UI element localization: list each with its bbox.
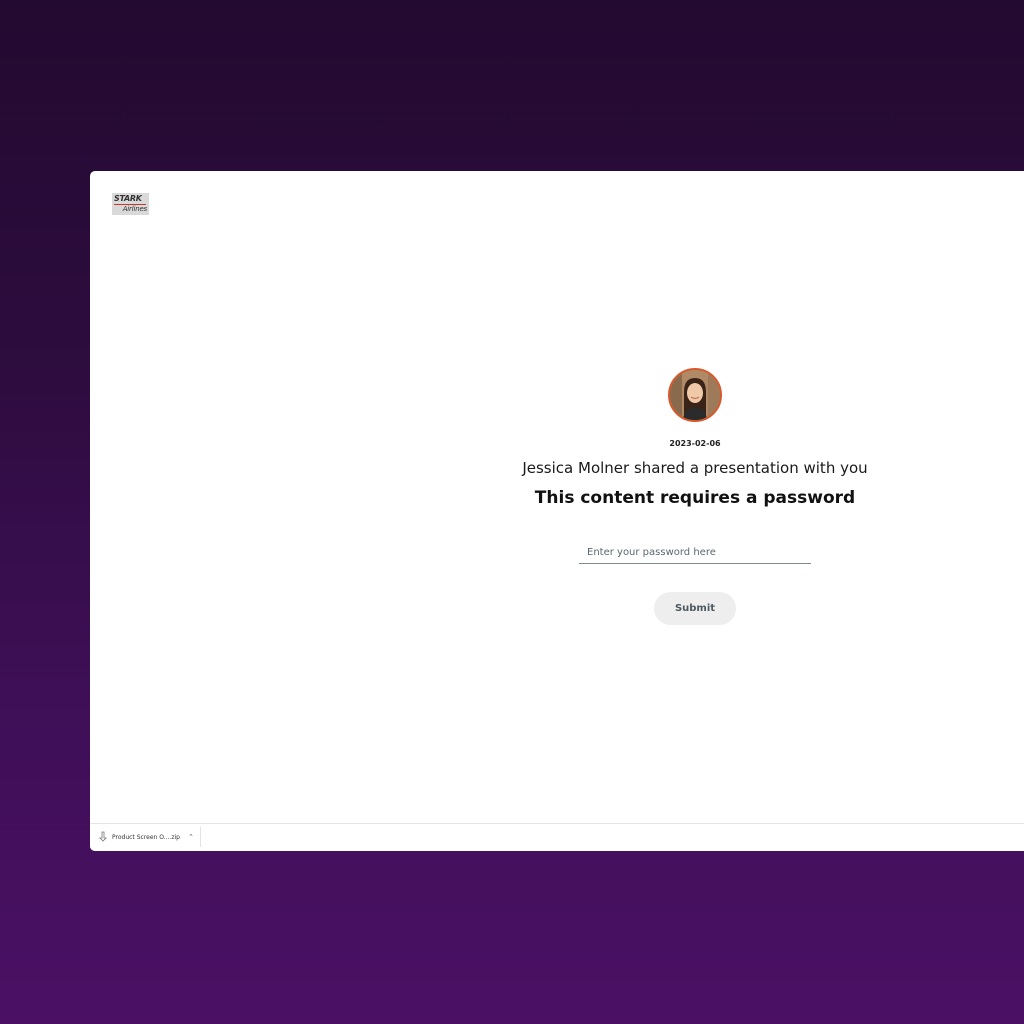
avatar xyxy=(668,368,722,422)
download-item[interactable]: Product Screen O....zip ⌃ xyxy=(94,827,201,847)
chevron-up-icon[interactable]: ⌃ xyxy=(188,833,194,841)
shared-by-message: Jessica Molner shared a presentation wit… xyxy=(522,459,868,477)
browser-window: STARK Airlines 2023-02-06 Jessica Molner… xyxy=(90,171,1024,851)
avatar-portrait-icon xyxy=(670,370,720,420)
download-bar: Product Screen O....zip ⌃ xyxy=(90,823,1024,851)
page-title: This content requires a password xyxy=(534,488,856,508)
password-input[interactable] xyxy=(579,542,811,564)
download-file-name: Product Screen O....zip xyxy=(112,833,180,841)
submit-button[interactable]: Submit xyxy=(654,592,736,625)
file-icon xyxy=(99,831,107,842)
share-date: 2023-02-06 xyxy=(669,439,721,448)
password-gate: 2023-02-06 Jessica Molner shared a prese… xyxy=(90,171,1024,851)
